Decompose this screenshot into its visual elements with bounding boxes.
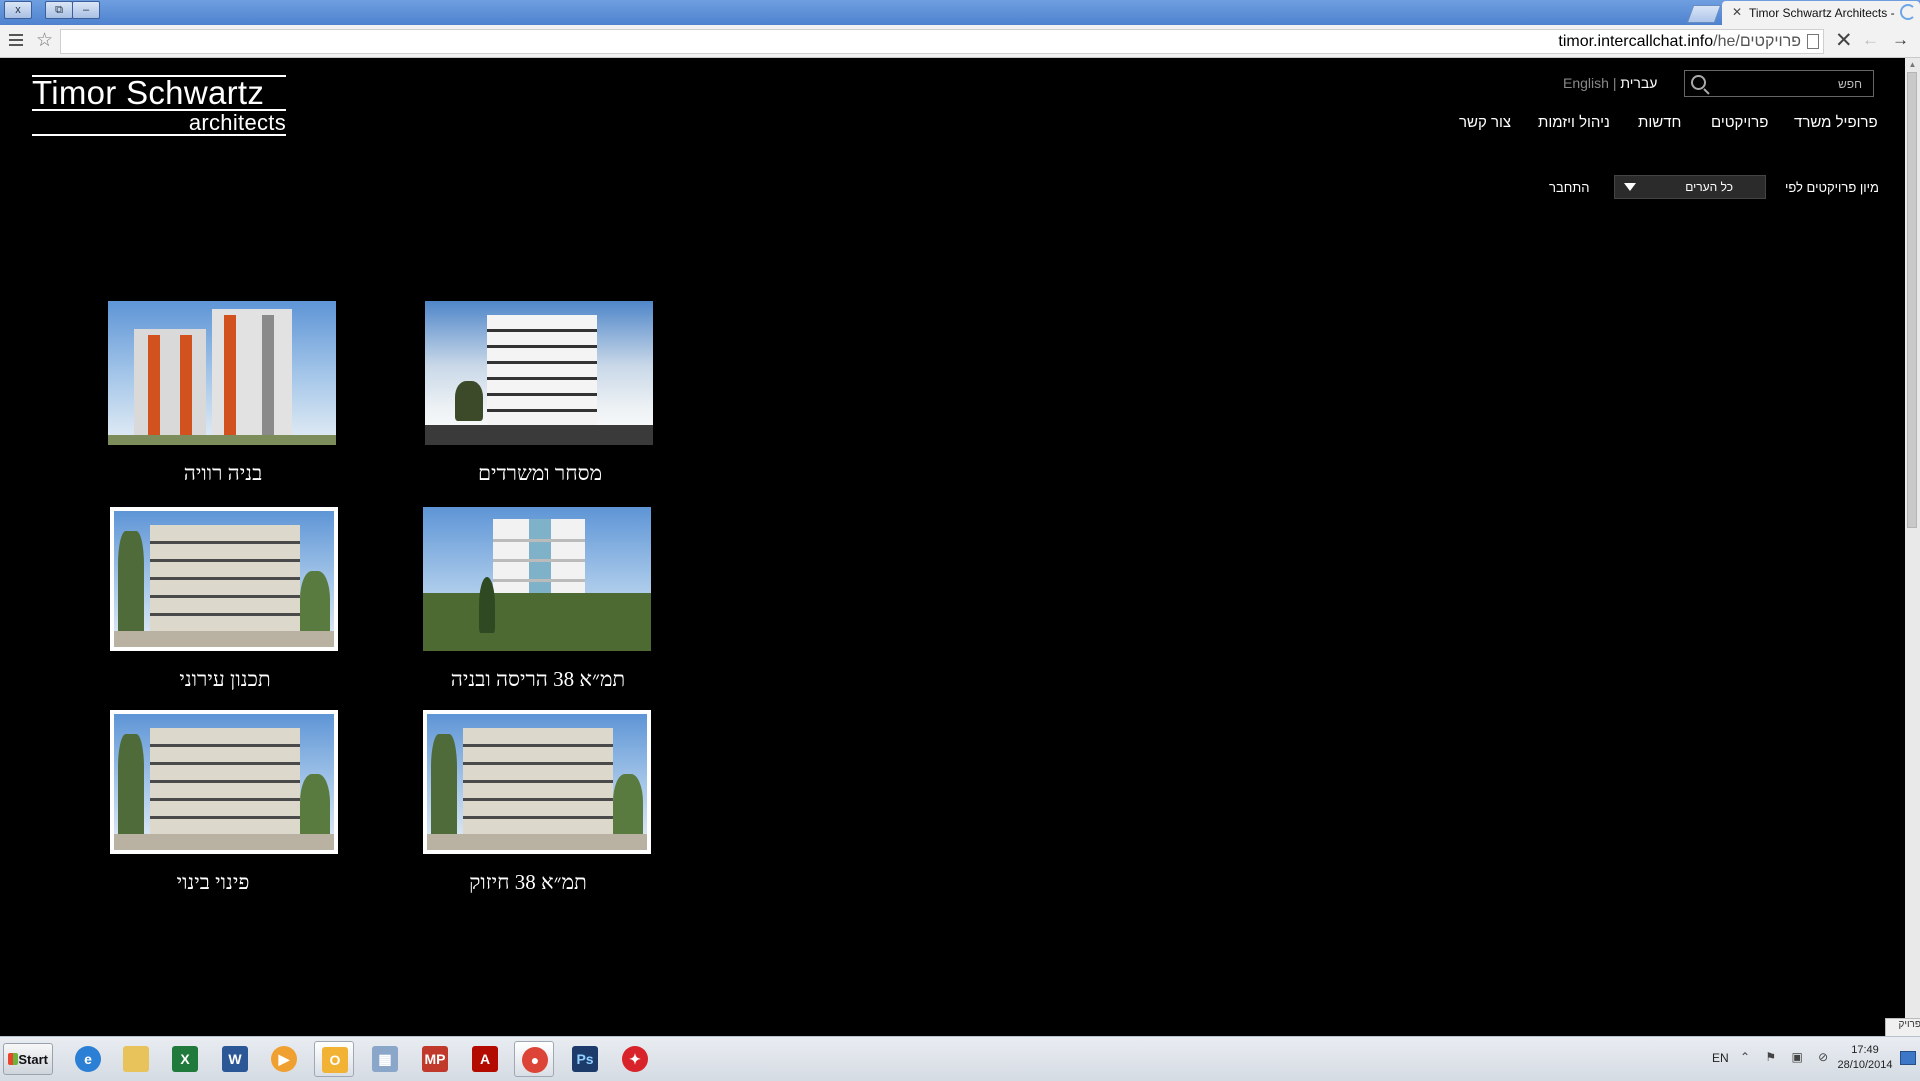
- language-switch: English | עברית: [1563, 75, 1657, 91]
- project-thumbnail[interactable]: [423, 507, 651, 651]
- building-illustration: [134, 329, 206, 437]
- lang-english-link[interactable]: English: [1563, 75, 1609, 91]
- forward-arrow-icon[interactable]: →: [1892, 30, 1909, 50]
- tree-illustration: [118, 734, 144, 844]
- nav-item-office-profile[interactable]: פרופיל משרד: [1794, 114, 1878, 134]
- clock-date: 28/10/2014: [1837, 1059, 1893, 1071]
- start-label: Start: [18, 1052, 48, 1067]
- url-host: timor.intercallchat.info: [1558, 33, 1714, 50]
- tab-title: Timor Schwartz Architects -: [1749, 6, 1895, 20]
- menu-icon[interactable]: [9, 34, 23, 46]
- windows-logo-icon: [8, 1053, 18, 1065]
- chrome-icon[interactable]: ●: [514, 1041, 554, 1077]
- start-button[interactable]: Start: [3, 1043, 53, 1075]
- ground-illustration: [114, 631, 334, 647]
- search-input[interactable]: [1715, 74, 1864, 94]
- status-bubble: פרויק: [1885, 1018, 1920, 1037]
- dropdown-caret-icon: [1624, 183, 1636, 191]
- excel-icon[interactable]: X: [165, 1041, 205, 1077]
- web-page: Timor Schwartz architects English | עברי…: [0, 58, 1905, 1035]
- logo-line2: architects: [188, 110, 286, 135]
- tree-illustration: [479, 577, 495, 633]
- project-title[interactable]: תכנון עירוני: [90, 667, 360, 692]
- sort-label: מיון פרויקטים לפי: [1785, 180, 1879, 195]
- project-thumbnail[interactable]: [108, 301, 336, 445]
- lang-separator: |: [1612, 75, 1617, 91]
- ground-illustration: [114, 834, 334, 850]
- input-language-indicator[interactable]: EN: [1712, 1051, 1729, 1065]
- nav-item-projects[interactable]: פרויקטים: [1711, 114, 1768, 134]
- vertical-scrollbar[interactable]: ▲: [1905, 58, 1920, 1035]
- page-icon: [1807, 34, 1819, 49]
- nav-item-contact[interactable]: צור קשר: [1459, 114, 1511, 134]
- project-thumbnail[interactable]: [110, 710, 338, 854]
- project-title[interactable]: פינוי בינוי: [78, 870, 348, 895]
- city-filter-value: כל הערים: [1685, 180, 1733, 194]
- bookmark-star-icon[interactable]: ☆: [36, 29, 53, 52]
- tab-close-icon[interactable]: ✕: [1732, 5, 1742, 19]
- logo-line1: Timor Schwartz: [32, 74, 265, 111]
- mp-app-icon[interactable]: MP: [415, 1041, 455, 1077]
- scrollbar-thumb[interactable]: [1907, 72, 1917, 528]
- search-box: [1684, 70, 1874, 97]
- window-titlebar: x ⧉ – ✕ Timor Schwartz Architects -: [0, 0, 1920, 25]
- photoshop-icon[interactable]: Ps: [565, 1041, 605, 1077]
- tree-illustration: [118, 531, 144, 641]
- close-window-button[interactable]: x: [4, 1, 32, 19]
- project-title[interactable]: מסחר ומשרדים: [405, 461, 675, 486]
- project-title[interactable]: בניה רוויה: [88, 461, 358, 486]
- taskbar: Start e X W ▶ O ▦ MP A ● Ps ✦ EN ⌃ ⚑ ▣ ⊘…: [0, 1036, 1920, 1081]
- building-illustration: [212, 309, 292, 437]
- media-player-icon[interactable]: ▶: [264, 1041, 304, 1077]
- ground-illustration: [427, 834, 647, 850]
- project-title[interactable]: תמ״א 38 הריסה ובניה: [403, 667, 673, 692]
- ground-illustration: [425, 425, 653, 445]
- project-thumbnail[interactable]: [425, 301, 653, 445]
- word-icon[interactable]: W: [215, 1041, 255, 1077]
- tree-illustration: [431, 734, 457, 844]
- city-filter-select[interactable]: כל הערים: [1614, 175, 1766, 199]
- building-illustration: [487, 315, 597, 427]
- logo-rule: [32, 75, 286, 77]
- ground-illustration: [108, 435, 336, 445]
- tree-illustration: [455, 381, 483, 421]
- project-thumbnail[interactable]: [423, 710, 651, 854]
- building-illustration: [150, 525, 300, 631]
- new-tab-button[interactable]: [1686, 5, 1722, 23]
- nav-item-management[interactable]: ניהול ויזמות: [1538, 114, 1610, 134]
- calculator-icon[interactable]: ▦: [365, 1041, 405, 1077]
- address-bar: ☆ timor.intercallchat.info/he/פרויקטים ✕…: [0, 25, 1920, 58]
- scroll-up-arrow-icon[interactable]: ▲: [1905, 58, 1920, 72]
- clock-time: 17:49: [1851, 1044, 1879, 1056]
- loading-spinner-icon: [1900, 4, 1916, 20]
- project-title[interactable]: תמ״א 38 חיזוק: [393, 870, 663, 895]
- red-app-icon[interactable]: ✦: [615, 1041, 655, 1077]
- minimize-window-button[interactable]: –: [72, 1, 100, 19]
- building-illustration: [150, 728, 300, 834]
- nav-item-news[interactable]: חדשות: [1638, 114, 1681, 134]
- lang-hebrew-link[interactable]: עברית: [1620, 75, 1657, 91]
- outlook-icon[interactable]: O: [314, 1041, 354, 1077]
- file-explorer-icon[interactable]: [116, 1041, 156, 1077]
- browser-tab[interactable]: ✕ Timor Schwartz Architects -: [1722, 1, 1920, 25]
- project-thumbnail[interactable]: [110, 507, 338, 651]
- trees-illustration: [423, 593, 651, 651]
- show-desktop-button[interactable]: [1900, 1051, 1916, 1065]
- url-path: /he/פרויקטים: [1713, 33, 1801, 50]
- stop-loading-icon[interactable]: ✕: [1835, 28, 1853, 53]
- site-logo[interactable]: Timor Schwartz architects: [32, 74, 286, 136]
- system-clock[interactable]: 17:49 28/10/2014: [1830, 1043, 1900, 1073]
- acrobat-icon[interactable]: A: [465, 1041, 505, 1077]
- internet-explorer-icon[interactable]: e: [68, 1041, 108, 1077]
- restore-window-button[interactable]: ⧉: [45, 1, 73, 19]
- building-illustration: [463, 728, 613, 834]
- search-icon[interactable]: [1691, 75, 1706, 90]
- login-link[interactable]: התחבר: [1549, 180, 1590, 195]
- system-tray-icons[interactable]: ⌃ ⚑ ▣ ⊘: [1740, 1050, 1834, 1064]
- back-arrow-icon[interactable]: ←: [1862, 30, 1879, 50]
- url-field[interactable]: timor.intercallchat.info/he/פרויקטים: [60, 29, 1824, 54]
